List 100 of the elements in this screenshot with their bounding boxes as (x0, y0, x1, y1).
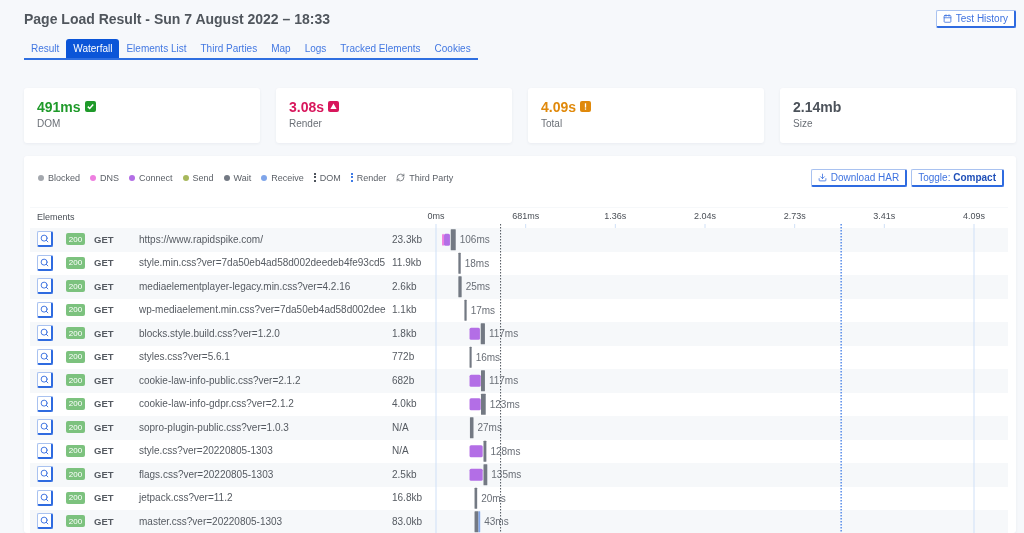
check-icon (84, 101, 96, 112)
http-method: GET (94, 351, 114, 363)
search-icon (40, 398, 49, 408)
axis-tick-label: 4.09s (963, 210, 985, 221)
search-button[interactable] (37, 489, 53, 506)
metric-value: 2.14mb (793, 98, 842, 115)
duration-label: 20ms (481, 492, 506, 504)
tab[interactable]: Elements List (119, 38, 194, 58)
tab[interactable]: Waterfall (66, 38, 120, 58)
search-icon (40, 328, 49, 338)
duration-label: 18ms (464, 257, 490, 269)
status-code-badge: 200 (66, 515, 85, 528)
axis-tick-label: 0ms (427, 210, 445, 221)
resource-size: 682b (392, 374, 415, 386)
resource-url: cookie-law-info-gdpr.css?ver=2.1.2 (139, 398, 294, 410)
search-button[interactable] (37, 348, 53, 365)
tab[interactable]: Cookies (427, 38, 478, 58)
tab[interactable]: Logs (297, 38, 334, 58)
axis-tick-label: 2.73s (783, 210, 806, 221)
status-code-badge: 200 (66, 233, 85, 246)
test-history-button[interactable]: Test History (935, 9, 1016, 28)
resource-url: wp-mediaelement.min.css?ver=7da50eb4ad58d002dee (139, 304, 386, 316)
resource-size: 23.3kb (392, 233, 423, 245)
resource-size: 1.1kb (392, 304, 417, 316)
resource-url: mediaelementplayer-legacy.min.css?ver=4.2.16 (139, 280, 351, 292)
status-code-badge: 200 (66, 397, 85, 410)
search-button[interactable] (37, 442, 53, 459)
resource-url: blocks.style.build.css?ver=1.2.0 (139, 327, 280, 339)
http-method: GET (94, 233, 114, 245)
search-icon (40, 304, 49, 314)
download-button[interactable]: Download HAR (810, 168, 908, 187)
page-title: Page Load Result - Sun 7 August 2022 – 18:33 (24, 10, 331, 27)
metric-label: Render (289, 117, 323, 129)
calendar-icon (942, 13, 952, 23)
legend-label: DNS (100, 172, 120, 183)
search-icon (40, 516, 49, 526)
status-code-badge: 200 (66, 444, 85, 457)
legend-label: Send (192, 172, 214, 183)
resource-size: 772b (392, 351, 415, 363)
axis-tick-label: 681ms (512, 210, 540, 221)
http-method: GET (94, 468, 114, 480)
tab[interactable]: Map (264, 38, 298, 58)
duration-label: 43ms (484, 515, 509, 527)
search-button[interactable] (37, 513, 53, 530)
search-icon (40, 351, 49, 361)
search-icon (40, 281, 49, 291)
resource-url: style.css?ver=20220805-1303 (139, 445, 273, 457)
download-icon (817, 172, 827, 182)
status-code-badge: 200 (66, 491, 85, 504)
duration-label: 16ms (475, 351, 501, 363)
search-button[interactable] (37, 395, 53, 412)
search-button[interactable] (37, 278, 53, 295)
duration-label: 128ms (490, 445, 521, 457)
duration-label: 27ms (477, 421, 502, 433)
exclamation-icon (580, 101, 592, 112)
status-code-badge: 200 (66, 327, 85, 340)
search-button[interactable] (37, 466, 53, 483)
status-code-badge: 200 (66, 303, 85, 316)
duration-label: 117ms (488, 327, 519, 339)
search-button[interactable] (37, 325, 53, 342)
search-button[interactable] (37, 254, 53, 271)
status-code-badge: 200 (66, 468, 85, 481)
http-method: GET (94, 257, 114, 269)
resource-url: jetpack.css?ver=11.2 (139, 492, 233, 504)
search-button[interactable] (37, 419, 53, 436)
http-method: GET (94, 398, 114, 410)
axis-tick-label: 3.41s (873, 210, 896, 221)
search-icon (40, 492, 49, 502)
search-icon (40, 375, 49, 385)
axis-tick-label: 2.04s (694, 210, 716, 221)
toggle-button[interactable]: Toggle: Compact (911, 168, 1004, 187)
metric-value: 4.09s (541, 98, 577, 115)
resource-size: 11.9kb (392, 257, 422, 269)
resource-url: styles.css?ver=5.6.1 (139, 351, 230, 363)
duration-label: 135ms (491, 468, 522, 480)
resource-url: master.css?ver=20220805-1303 (139, 515, 283, 527)
resource-url: flags.css?ver=20220805-1303 (139, 468, 274, 480)
metric-label: DOM (37, 117, 62, 129)
search-button[interactable] (37, 372, 53, 389)
status-code-badge: 200 (66, 280, 85, 293)
search-button[interactable] (37, 301, 53, 318)
resource-size: 83.0kb (392, 515, 423, 527)
search-icon (40, 234, 49, 244)
http-method: GET (94, 280, 114, 292)
duration-label: 123ms (489, 398, 520, 410)
tab[interactable]: Result (24, 38, 67, 58)
search-button[interactable] (37, 231, 53, 248)
duration-label: 106ms (459, 233, 490, 245)
search-icon (40, 445, 49, 455)
search-icon (40, 257, 49, 267)
duration-label: 17ms (470, 304, 496, 316)
resource-url: sopro-plugin-public.css?ver=1.0.3 (139, 421, 289, 433)
legend-label: Wait (233, 172, 252, 183)
http-method: GET (94, 304, 114, 316)
tab[interactable]: Tracked Elements (333, 38, 428, 58)
duration-label: 117ms (488, 374, 519, 386)
http-method: GET (94, 492, 114, 504)
metric-label: Total (541, 117, 564, 129)
tab[interactable]: Third Parties (193, 38, 265, 58)
search-icon (40, 422, 49, 432)
